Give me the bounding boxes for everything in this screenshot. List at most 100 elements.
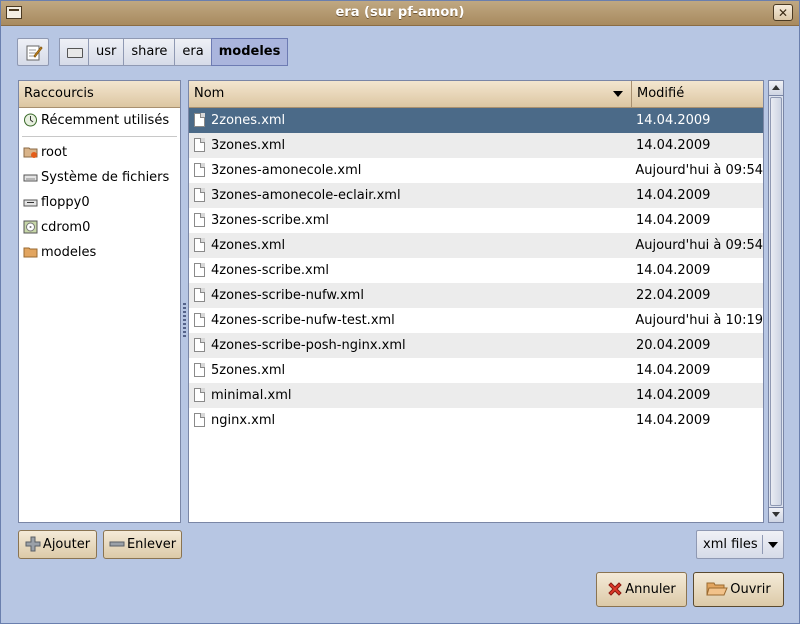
shortcuts-header[interactable]: Raccourcis (19, 81, 180, 108)
file-modified: Aujourd'hui à 09:54 (635, 163, 763, 178)
file-row[interactable]: nginx.xml 14.04.2009 (189, 408, 763, 433)
file-name: 4zones-scribe-posh-nginx.xml (211, 338, 406, 353)
shortcut-recent[interactable]: Récemment utilisés (19, 108, 180, 133)
path-segment-share[interactable]: share (123, 38, 176, 66)
xml-file-icon (194, 288, 205, 302)
scroll-up-arrow-icon[interactable] (769, 81, 783, 96)
cancel-button[interactable]: Annuler (596, 572, 687, 607)
file-modified: 14.04.2009 (636, 188, 711, 203)
file-modified: Aujourd'hui à 09:54 (635, 238, 763, 253)
file-row[interactable]: minimal.xml 14.04.2009 (189, 383, 763, 408)
cancel-x-icon (608, 581, 622, 596)
file-row[interactable]: 3zones.xml 14.04.2009 (189, 133, 763, 158)
xml-file-icon (194, 138, 205, 152)
file-row[interactable]: 2zones.xml 14.04.2009 (189, 108, 763, 133)
path-bar: usr share era modeles (59, 38, 289, 66)
column-header-name[interactable]: Nom (189, 81, 632, 108)
file-modified: 22.04.2009 (636, 288, 711, 303)
path-segment-era[interactable]: era (174, 38, 212, 66)
file-modified: 14.04.2009 (636, 138, 711, 153)
cdrom-icon (23, 220, 38, 234)
scrollbar-thumb[interactable] (770, 97, 782, 506)
path-segment-usr[interactable]: usr (88, 38, 125, 66)
file-name: 3zones-scribe.xml (211, 213, 329, 228)
chevron-down-icon (768, 542, 778, 548)
file-row[interactable]: 4zones-scribe-posh-nginx.xml 20.04.2009 (189, 333, 763, 358)
remove-shortcut-button[interactable]: Enlever (103, 530, 182, 559)
column-header-name-label: Nom (194, 86, 225, 101)
file-row[interactable]: 3zones-amonecole-eclair.xml 14.04.2009 (189, 183, 763, 208)
remove-shortcut-label: Enlever (126, 537, 177, 552)
pencil-icon (26, 45, 43, 61)
xml-file-icon (194, 338, 205, 352)
file-list: Nom Modifié 2zones.xml 14.04.2009 3zones.… (188, 80, 764, 523)
shortcut-root-label: root (41, 145, 68, 160)
cancel-label: Annuler (625, 582, 676, 597)
sort-descending-icon (613, 91, 623, 97)
home-folder-icon (23, 147, 38, 158)
folder-icon (23, 247, 38, 258)
open-button[interactable]: Ouvrir (693, 572, 784, 607)
shortcut-floppy[interactable]: floppy0 (19, 190, 180, 215)
file-name: 3zones.xml (211, 138, 286, 153)
file-row[interactable]: 5zones.xml 14.04.2009 (189, 358, 763, 383)
file-row[interactable]: 4zones-scribe-nufw-test.xml Aujourd'hui à… (189, 308, 763, 333)
shortcut-cdrom[interactable]: cdrom0 (19, 215, 180, 240)
title-bar[interactable]: era (sur pf-amon) ✕ (1, 1, 799, 26)
close-button[interactable]: ✕ (773, 4, 793, 21)
file-name: 4zones-scribe-nufw.xml (211, 288, 364, 303)
location-edit-button[interactable] (17, 38, 49, 66)
file-modified: 14.04.2009 (636, 213, 711, 228)
xml-file-icon (194, 188, 205, 202)
column-header-modified-label: Modifié (637, 86, 685, 101)
file-type-filter-value: xml files (703, 537, 758, 552)
file-modified: Aujourd'hui à 10:19 (635, 313, 763, 328)
file-modified: 14.04.2009 (636, 263, 711, 278)
open-folder-icon (706, 582, 729, 595)
file-name: 5zones.xml (211, 363, 286, 378)
file-list-header: Nom Modifié (189, 81, 763, 108)
xml-file-icon (194, 388, 205, 402)
file-name: 3zones-amonecole.xml (211, 163, 362, 178)
file-row[interactable]: 4zones-scribe.xml 14.04.2009 (189, 258, 763, 283)
file-row[interactable]: 4zones-scribe-nufw.xml 22.04.2009 (189, 283, 763, 308)
shortcut-filesystem-label: Système de fichiers (41, 170, 170, 185)
shortcut-floppy-label: floppy0 (41, 195, 90, 210)
window-title: era (sur pf-amon) (335, 5, 465, 20)
file-row[interactable]: 4zones.xml Aujourd'hui à 09:54 (189, 233, 763, 258)
file-row[interactable]: 3zones-scribe.xml 14.04.2009 (189, 208, 763, 233)
scroll-down-arrow-icon[interactable] (769, 507, 783, 522)
shortcut-root[interactable]: root (19, 140, 180, 165)
xml-file-icon (194, 163, 205, 177)
path-root-drive-button[interactable] (59, 38, 89, 66)
xml-file-icon (194, 263, 205, 277)
path-segment-modeles[interactable]: modeles (210, 38, 289, 66)
file-modified: 14.04.2009 (636, 388, 711, 403)
shortcut-filesystem[interactable]: Système de fichiers (19, 165, 180, 190)
shortcut-recent-label: Récemment utilisés (41, 113, 170, 128)
shortcuts-separator (22, 136, 177, 137)
drive-icon (67, 48, 83, 58)
add-shortcut-button[interactable]: Ajouter (18, 530, 97, 559)
recent-clock-icon (24, 113, 37, 127)
plus-icon (25, 536, 41, 551)
column-header-modified[interactable]: Modifié (632, 81, 763, 108)
file-modified: 20.04.2009 (636, 338, 711, 353)
file-type-filter-select[interactable]: xml files (696, 530, 784, 559)
file-chooser-window: era (sur pf-amon) ✕ usr share era modele… (0, 0, 800, 624)
shortcuts-pane: Raccourcis Récemment utilisés root Systè… (18, 80, 181, 523)
file-modified: 14.04.2009 (636, 363, 711, 378)
file-name: 4zones-scribe-nufw-test.xml (211, 313, 395, 328)
file-name: nginx.xml (211, 413, 276, 428)
pane-splitter-handle[interactable] (183, 303, 186, 339)
xml-file-icon (194, 238, 205, 252)
floppy-drive-icon (23, 199, 38, 207)
file-row[interactable]: 3zones-amonecole.xml Aujourd'hui à 09:54 (189, 158, 763, 183)
xml-file-icon (194, 113, 205, 127)
xml-file-icon (194, 413, 205, 427)
file-list-scrollbar[interactable] (768, 80, 784, 523)
file-name: 4zones-scribe.xml (211, 263, 329, 278)
shortcut-modeles-label: modeles (41, 245, 97, 260)
shortcut-modeles[interactable]: modeles (19, 240, 180, 265)
file-rows: 2zones.xml 14.04.2009 3zones.xml 14.04.200… (189, 108, 763, 433)
